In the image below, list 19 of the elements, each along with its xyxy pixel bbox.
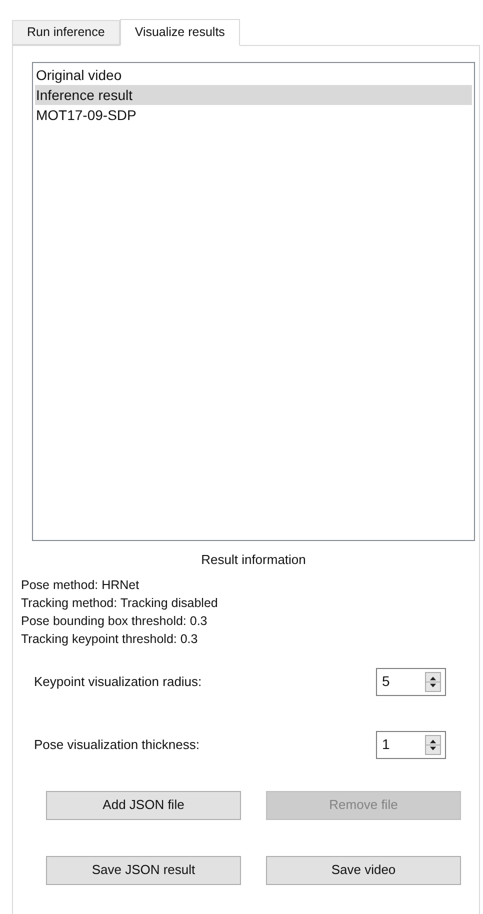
spin-box[interactable]: 5 [376, 668, 446, 696]
tab[interactable]: Visualize results [120, 19, 240, 46]
field-label: Pose visualization thickness: [34, 736, 200, 754]
field-label: Keypoint visualization radius: [34, 672, 202, 691]
list-item[interactable]: Inference result [35, 85, 472, 105]
info-line: Pose method: HRNet [21, 576, 140, 594]
up-down-arrows-icon[interactable] [425, 734, 441, 754]
up-down-arrows-icon[interactable] [425, 672, 441, 692]
section-title: Result information [201, 551, 306, 569]
info-line: Pose bounding box threshold: 0.3 [21, 612, 208, 630]
tab[interactable]: Run inference [12, 20, 120, 45]
list-item[interactable]: Original video [35, 65, 472, 85]
info-line: Tracking keypoint threshold: 0.3 [21, 630, 199, 648]
action-button[interactable]: Save video [266, 856, 461, 884]
action-button[interactable]: Add JSON file [46, 790, 241, 820]
list-item[interactable]: MOT17-09-SDP [35, 105, 472, 125]
action-button[interactable]: Save JSON result [46, 856, 241, 884]
info-line: Tracking method: Tracking disabled [21, 594, 219, 612]
spin-box[interactable]: 1 [376, 730, 446, 758]
